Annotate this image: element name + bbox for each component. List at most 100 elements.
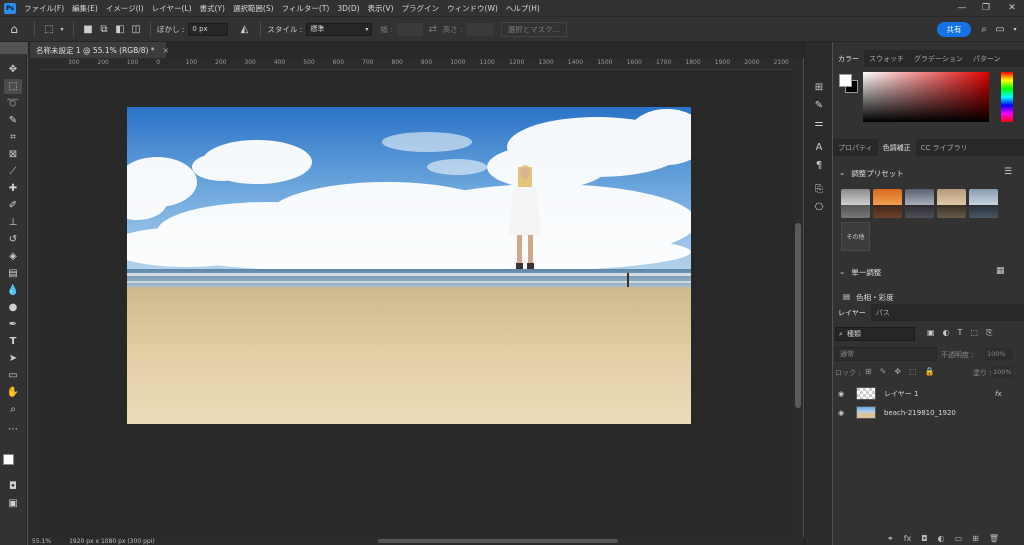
style-select[interactable]: 標準 ▾ (306, 22, 373, 36)
home-icon[interactable]: ⌂ (0, 22, 28, 36)
tab-swatches[interactable]: スウォッチ (864, 50, 909, 67)
close-tab-icon[interactable]: × (163, 46, 169, 55)
chevron-down-icon[interactable]: ▾ (1009, 23, 1021, 35)
adjust-panel-icon[interactable]: ⚌ (811, 116, 827, 130)
menu-window[interactable]: ウィンドウ(W) (443, 3, 502, 14)
preset-thumb[interactable] (873, 189, 902, 218)
fg-color-chip[interactable] (839, 74, 852, 87)
mask-icon[interactable]: ◘ (921, 534, 927, 543)
fx-badge[interactable]: fx (995, 390, 1002, 398)
rectangle-tool-icon[interactable]: ▭ (4, 368, 22, 383)
blend-mode-select[interactable]: 通常 (835, 347, 937, 361)
lock-artboard-icon[interactable]: ⬚ (909, 367, 917, 376)
chevron-down-icon[interactable]: ▾ (57, 26, 67, 33)
shape-filter-icon[interactable]: ⬚ (970, 328, 978, 338)
single-adjust-header[interactable]: ⌄ 単一調整 (839, 267, 881, 278)
more-tools-icon[interactable]: ⋯ (4, 422, 22, 437)
pixel-filter-icon[interactable]: ▣ (927, 328, 935, 338)
menu-type[interactable]: 書式(Y) (196, 3, 229, 14)
eraser-tool-icon[interactable]: ◈ (4, 249, 22, 264)
layer-name[interactable]: レイヤー 1 (884, 389, 918, 399)
add-selection-icon[interactable]: ⧉ (96, 24, 112, 35)
document-tab[interactable]: 名称未設定 1 @ 55.1% (RGB/8) * × (30, 42, 169, 58)
presets-header[interactable]: ⌄ 調整プリセット (839, 168, 904, 179)
layer-name[interactable]: beach-219810_1920 (884, 409, 956, 417)
glyphs-panel-icon[interactable]: ⎔ (811, 200, 827, 214)
history-panel-icon[interactable]: ⊞ (811, 80, 827, 94)
horizontal-scroll-thumb[interactable] (378, 539, 618, 543)
crop-tool-icon[interactable]: ⌗ (4, 130, 22, 145)
trash-icon[interactable]: 🗑 (989, 534, 999, 543)
tab-gradients[interactable]: グラデーション (909, 50, 968, 67)
lasso-tool-icon[interactable]: ➰ (4, 96, 22, 111)
new-selection-icon[interactable]: ■ (80, 24, 96, 35)
preset-thumb[interactable] (841, 189, 870, 218)
anti-alias-icon[interactable]: ◭ (234, 24, 254, 35)
fill-input[interactable]: 100% (991, 366, 1013, 378)
smart-filter-icon[interactable]: ⎘ (986, 328, 992, 338)
menu-help[interactable]: ヘルプ(H) (502, 3, 544, 14)
menu-image[interactable]: イメージ(I) (102, 3, 148, 14)
foreground-color-swatch[interactable] (3, 454, 14, 465)
restore-icon[interactable]: ❐ (974, 0, 998, 16)
adjustment-layer-icon[interactable]: ◐ (938, 534, 945, 543)
paragraph-panel-icon[interactable]: ¶ (811, 158, 827, 172)
opacity-input[interactable]: 100% (985, 348, 1013, 360)
tab-color[interactable]: カラー (833, 50, 864, 67)
eye-icon[interactable]: ◉ (838, 409, 850, 417)
intersect-selection-icon[interactable]: ◫ (128, 24, 144, 35)
type-tool-icon[interactable]: T (4, 334, 22, 349)
brush-tool-icon[interactable]: ✐ (4, 198, 22, 213)
select-and-mask-button[interactable]: 選択とマスク... (500, 21, 567, 37)
list-view-icon[interactable]: ☰ (1004, 167, 1012, 177)
eyedropper-tool-icon[interactable]: ⟋ (4, 164, 22, 179)
menu-edit[interactable]: 編集(E) (68, 3, 102, 14)
fx-icon[interactable]: fx (904, 534, 912, 543)
zoom-level[interactable]: 55.1% (32, 538, 51, 545)
blur-tool-icon[interactable]: 💧 (4, 283, 22, 298)
lock-pixels-icon[interactable]: ⊞ (865, 367, 872, 376)
vertical-scrollbar[interactable] (793, 58, 803, 537)
swap-icon[interactable]: ⇄ (423, 24, 443, 35)
tab-adjustments[interactable]: 色調補正 (877, 139, 916, 156)
pen-tool-icon[interactable]: ✒ (4, 317, 22, 332)
path-select-tool-icon[interactable]: ➤ (4, 351, 22, 366)
share-button[interactable]: 共有 (937, 22, 971, 37)
close-icon[interactable]: ✕ (1000, 0, 1024, 16)
type-filter-icon[interactable]: T (958, 328, 963, 338)
clone-stamp-tool-icon[interactable]: ⊥ (4, 215, 22, 230)
grid-view-icon[interactable]: ▦ (996, 266, 1005, 276)
brush-panel-icon[interactable]: ✎ (811, 98, 827, 112)
new-layer-icon[interactable]: ⊞ (972, 534, 979, 543)
group-icon[interactable]: ▭ (955, 534, 963, 543)
menu-layer[interactable]: レイヤー(L) (148, 3, 196, 14)
height-input[interactable] (466, 22, 493, 36)
character-panel-icon[interactable]: A (811, 140, 827, 154)
hand-tool-icon[interactable]: ✋ (4, 385, 22, 400)
preset-thumb[interactable] (969, 189, 998, 218)
feather-input[interactable]: 0 px (188, 22, 229, 36)
menu-filter[interactable]: フィルター(T) (278, 3, 334, 14)
color-field[interactable] (863, 72, 989, 122)
eye-icon[interactable]: ◉ (838, 390, 850, 398)
menu-file[interactable]: ファイル(F) (20, 3, 68, 14)
lock-position-icon[interactable]: ✥ (894, 367, 901, 376)
screen-mode-icon[interactable]: ▣ (4, 496, 22, 511)
subtract-selection-icon[interactable]: ◧ (112, 24, 128, 35)
tab-layers[interactable]: レイヤー (833, 304, 871, 321)
zoom-tool-icon[interactable]: ⌕ (4, 402, 22, 417)
layer-row[interactable]: ◉ beach-219810_1920 (833, 403, 1024, 422)
hue-slider[interactable] (1001, 72, 1013, 122)
marquee-preset-icon[interactable]: ⬚ (41, 24, 57, 35)
more-presets-button[interactable]: その他 (841, 222, 870, 251)
preset-thumb[interactable] (905, 189, 934, 218)
width-input[interactable] (396, 22, 423, 36)
quick-select-tool-icon[interactable]: ✎ (4, 113, 22, 128)
hue-saturation-item[interactable]: ▤ 色相・彩度 (843, 292, 894, 303)
minimize-icon[interactable]: — (950, 0, 974, 16)
layer-filter-select[interactable]: ⌕ 種類 (835, 327, 915, 341)
tab-paths[interactable]: パス (871, 304, 895, 321)
document-image[interactable] (127, 107, 691, 424)
lock-all-icon[interactable]: 🔒 (925, 367, 935, 376)
dodge-tool-icon[interactable]: ● (4, 300, 22, 315)
